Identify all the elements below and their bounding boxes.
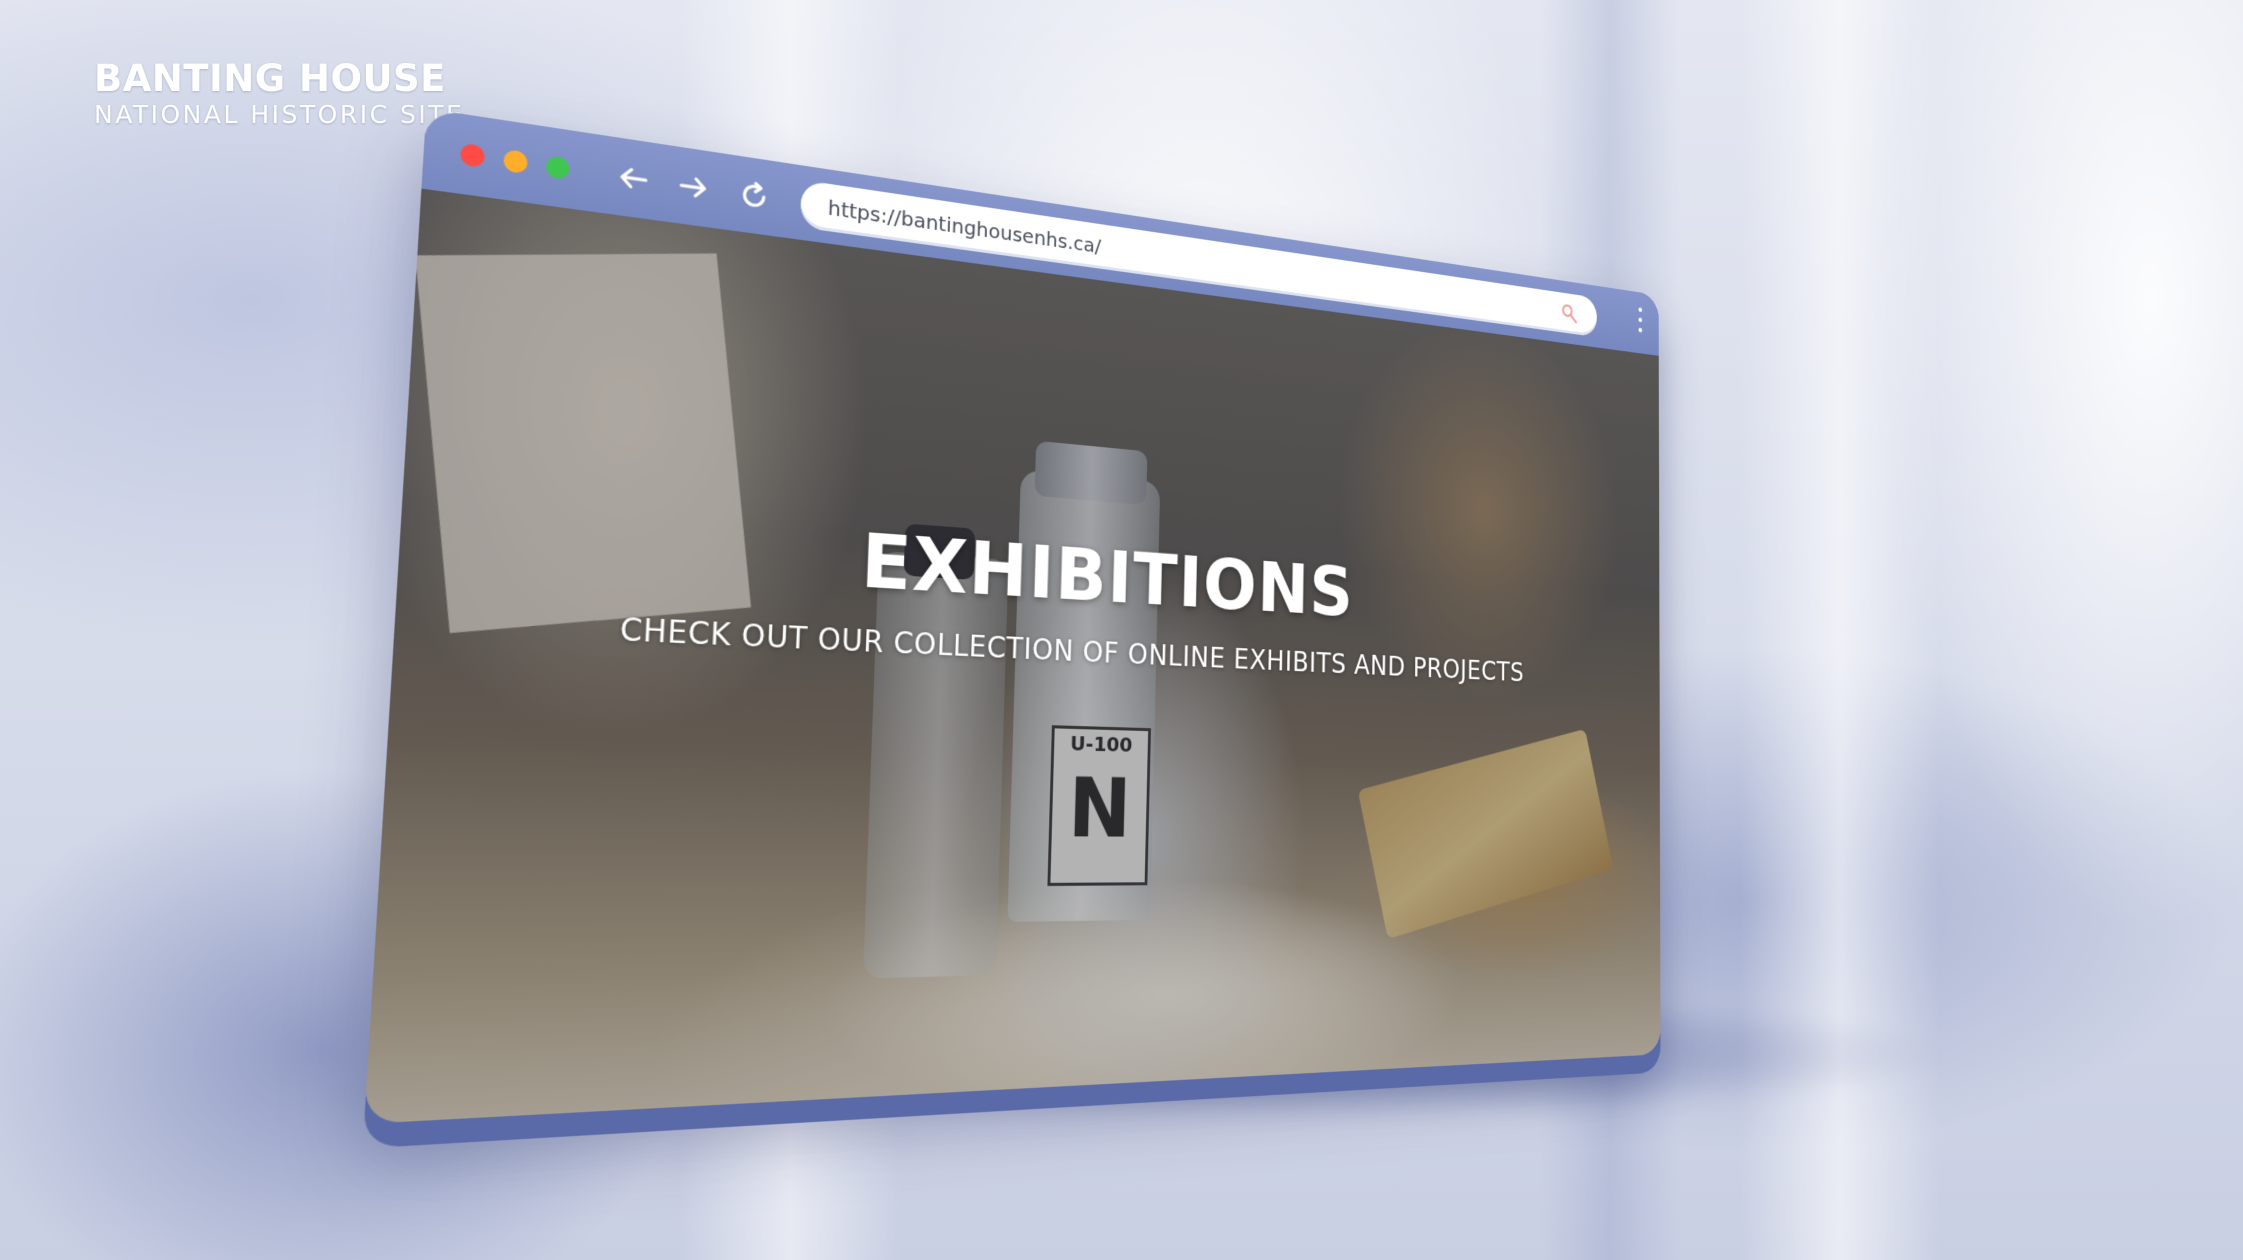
forward-button[interactable] [670, 165, 716, 209]
close-window-button[interactable] [459, 142, 486, 169]
hero-banner: U-100 N EXHIBITIONS CHECK OUT OUR COLLEC… [364, 188, 1661, 1124]
arrow-right-icon [676, 169, 710, 205]
minimize-window-button[interactable] [503, 148, 528, 175]
reload-icon [737, 178, 770, 214]
reload-button[interactable] [732, 174, 776, 218]
browser-window: https://bantinghousenhs.ca/ U-100 N EXHI… [364, 108, 1661, 1124]
arrow-left-icon [616, 160, 651, 197]
more-menu-icon[interactable] [1636, 307, 1643, 338]
search-icon[interactable] [1561, 302, 1578, 325]
perspective-stage: https://bantinghousenhs.ca/ U-100 N EXHI… [0, 0, 2243, 1260]
maximize-window-button[interactable] [545, 155, 571, 181]
back-button[interactable] [610, 156, 657, 201]
